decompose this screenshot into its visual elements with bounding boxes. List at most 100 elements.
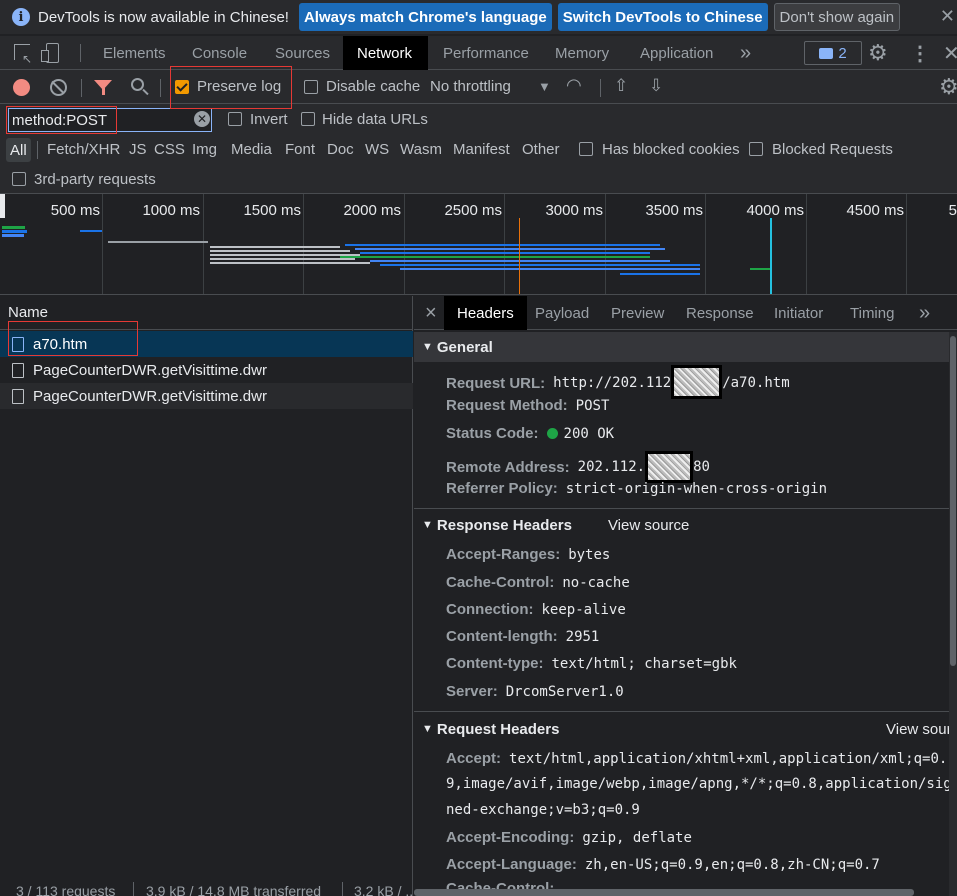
horizontal-scrollbar[interactable] <box>414 889 914 896</box>
tab-response[interactable]: Response <box>686 296 754 330</box>
tab-console[interactable]: Console <box>192 36 247 70</box>
redacted-image <box>671 365 723 399</box>
type-other[interactable]: Other <box>522 141 560 158</box>
network-conditions-icon[interactable]: ◠ <box>566 75 582 96</box>
clear-icon[interactable] <box>50 79 67 96</box>
close-detail-icon[interactable]: × <box>425 296 437 330</box>
tab-initiator[interactable]: Initiator <box>774 296 823 330</box>
type-img[interactable]: Img <box>192 141 217 158</box>
overview-bar <box>210 262 370 264</box>
referrer-policy-key: Referrer Policy: <box>446 480 558 497</box>
throttling-select[interactable]: No throttling <box>430 78 511 95</box>
status-divider <box>342 882 343 896</box>
header-value: keep-alive <box>541 601 626 618</box>
search-handle-icon <box>142 88 149 96</box>
request-header-row: Accept-Encoding: gzip, deflate <box>446 829 692 846</box>
request-row[interactable]: PageCounterDWR.getVisittime.dwr <box>0 357 413 383</box>
third-party-checkbox[interactable] <box>12 172 26 186</box>
invert-label: Invert <box>250 111 288 128</box>
network-settings-gear-icon[interactable]: ⚙ <box>939 74 957 100</box>
tab-sources[interactable]: Sources <box>275 36 330 70</box>
general-section-header[interactable]: ▼ General <box>414 332 949 362</box>
more-tabs-icon[interactable]: » <box>740 36 751 70</box>
overview-bar <box>360 252 650 254</box>
always-match-language-button[interactable]: Always match Chrome's language <box>298 3 552 31</box>
scrollbar-thumb[interactable] <box>950 336 956 666</box>
overview-bar <box>750 268 770 270</box>
tab-divider <box>80 44 81 62</box>
has-blocked-cookies-label: Has blocked cookies <box>602 141 740 158</box>
overview-tick-line <box>203 194 204 294</box>
detail-scrollbar[interactable] <box>949 332 957 896</box>
disable-cache-checkbox[interactable] <box>304 80 318 94</box>
status-ok-dot-icon <box>546 428 558 439</box>
request-row[interactable]: PageCounterDWR.getVisittime.dwr <box>0 383 413 409</box>
header-value: 9,image/avif,image/webp,image/apng,*/*;q… <box>446 776 952 792</box>
tab-network[interactable]: Network <box>343 36 428 70</box>
request-method-key: Request Method: <box>446 397 568 414</box>
hide-data-urls-checkbox[interactable] <box>301 112 315 126</box>
has-blocked-cookies-checkbox[interactable] <box>579 142 593 156</box>
tab-timing[interactable]: Timing <box>850 296 894 330</box>
type-ws[interactable]: WS <box>365 141 389 158</box>
issues-badge[interactable]: 2 <box>804 41 862 65</box>
request-view-source-link[interactable]: View sour <box>886 721 952 738</box>
switch-to-chinese-button[interactable]: Switch DevTools to Chinese <box>557 3 768 31</box>
close-icon[interactable]: ✕ <box>940 6 955 27</box>
response-header-row: Connection: keep-alive <box>446 601 626 618</box>
type-font[interactable]: Font <box>285 141 315 158</box>
export-har-icon[interactable]: ⇩ <box>649 76 663 96</box>
type-css[interactable]: CSS <box>154 141 185 158</box>
tab-preview[interactable]: Preview <box>611 296 664 330</box>
network-overview-timeline[interactable]: 500 ms 1000 ms 1500 ms 2000 ms 2500 ms 3… <box>0 194 957 295</box>
referrer-policy-value: strict-origin-when-cross-origin <box>565 480 828 497</box>
header-value: 2951 <box>565 628 600 645</box>
overview-tick-line <box>705 194 706 294</box>
general-title: General <box>436 338 493 356</box>
chevron-down-icon[interactable]: ▼ <box>538 79 551 94</box>
type-wasm[interactable]: Wasm <box>400 141 442 158</box>
request-headers-section-header[interactable]: ▼ Request Headers View sour <box>414 716 957 742</box>
type-fetch-xhr[interactable]: Fetch/XHR <box>47 141 120 158</box>
request-header-row: Accept: text/html,application/xhtml+xml,… <box>446 750 947 767</box>
close-devtools-icon[interactable]: ✕ <box>943 41 957 66</box>
tab-memory[interactable]: Memory <box>555 36 609 70</box>
remote-address-suffix: 80 <box>693 459 710 475</box>
tab-application[interactable]: Application <box>640 36 713 70</box>
redacted-image <box>645 451 694 483</box>
type-js[interactable]: JS <box>129 141 147 158</box>
highlight-box-preserve-log <box>170 66 292 109</box>
import-har-icon[interactable]: ⇧ <box>614 76 628 96</box>
overview-tick-label: 2500 ms <box>444 202 502 219</box>
dont-show-again-button[interactable]: Don't show again <box>773 3 901 31</box>
record-icon[interactable] <box>13 79 30 96</box>
more-options-icon[interactable]: ⋮ <box>910 41 930 66</box>
network-status-bar: 3 / 113 requests 3.9 kB / 14.8 MB transf… <box>0 880 413 896</box>
overview-left-handle[interactable] <box>0 194 5 218</box>
type-doc[interactable]: Doc <box>327 141 354 158</box>
overview-tick-label: 3500 ms <box>645 202 703 219</box>
detail-tabbar: × Headers Payload Preview Response Initi… <box>414 296 957 330</box>
issues-count: 2 <box>838 44 847 62</box>
more-detail-tabs-icon[interactable]: » <box>919 296 930 330</box>
tab-elements[interactable]: Elements <box>103 36 166 70</box>
type-all[interactable]: All <box>6 138 31 162</box>
type-manifest[interactable]: Manifest <box>453 141 510 158</box>
overview-tick-label: 1000 ms <box>142 202 200 219</box>
settings-gear-icon[interactable]: ⚙ <box>868 40 888 66</box>
tab-payload[interactable]: Payload <box>535 296 589 330</box>
invert-checkbox[interactable] <box>228 112 242 126</box>
response-headers-section-header[interactable]: ▼ Response Headers View source <box>414 512 949 538</box>
response-view-source-link[interactable]: View source <box>608 517 689 534</box>
type-divider <box>37 141 38 159</box>
tab-performance[interactable]: Performance <box>443 36 529 70</box>
blocked-requests-checkbox[interactable] <box>749 142 763 156</box>
type-media[interactable]: Media <box>231 141 272 158</box>
overview-bar <box>80 230 102 232</box>
request-method-row: Request Method: POST <box>446 397 609 414</box>
resources-size: 3.2 kB / ... <box>354 883 413 896</box>
header-key: Content-length: <box>446 628 558 645</box>
highlight-box-filter <box>6 106 117 134</box>
clear-filter-icon[interactable]: ✕ <box>194 111 210 127</box>
tab-headers[interactable]: Headers <box>444 296 527 330</box>
